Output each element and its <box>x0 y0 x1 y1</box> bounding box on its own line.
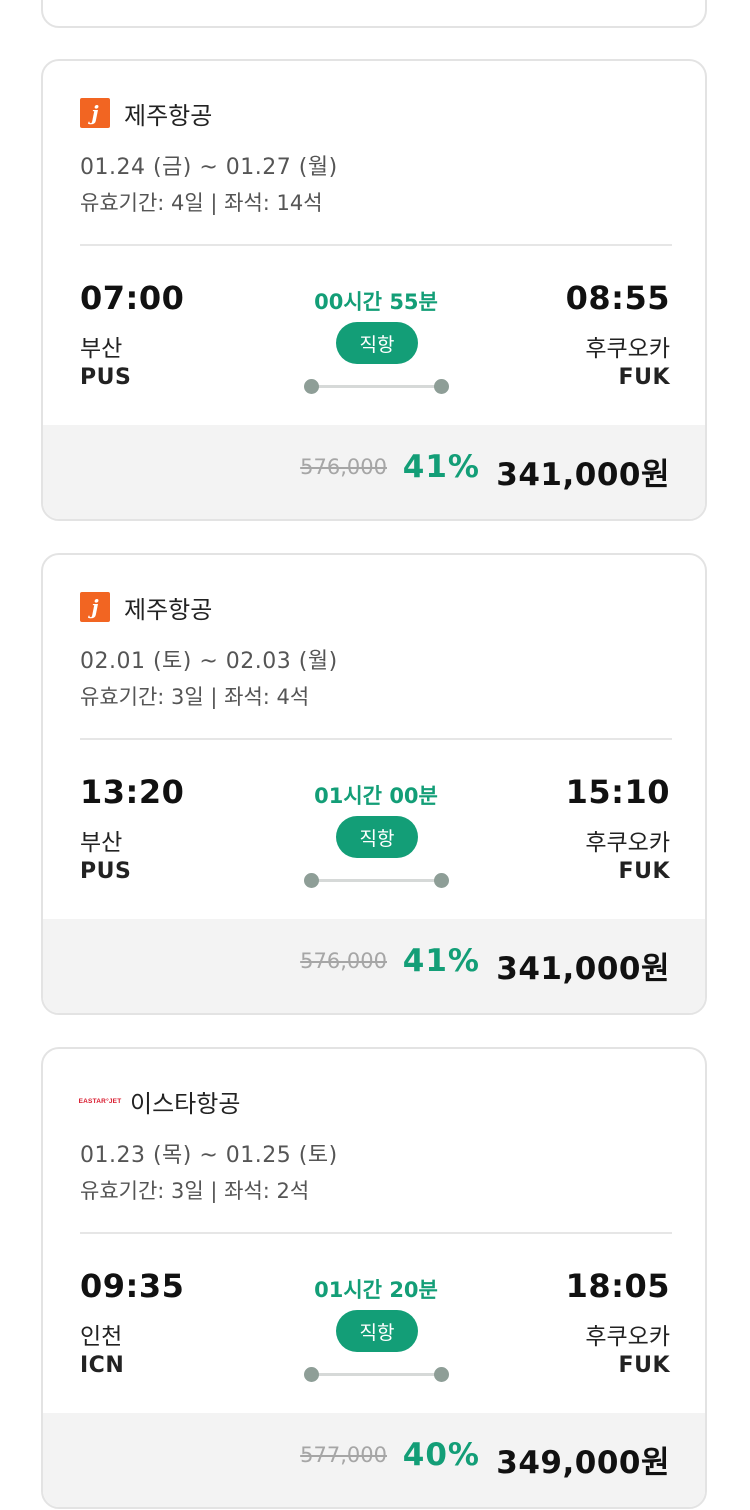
route-end-dot <box>434 1367 449 1382</box>
arrival-code: FUK <box>618 365 670 390</box>
arrival-code: FUK <box>618 859 670 884</box>
arrival-city: 후쿠오카 <box>585 336 670 362</box>
arrival-time: 18:05 <box>565 1267 670 1305</box>
departure-time: 09:35 <box>80 1267 185 1305</box>
flight-card[interactable]: EASTAR°JET 이스타항공 01.23 (목) ~ 01.25 (토) 유… <box>41 1047 707 1509</box>
departure-code: PUS <box>80 365 132 390</box>
eastar-jet-logo: EASTAR°JET <box>78 1097 122 1105</box>
arrival-city: 후쿠오카 <box>585 1324 670 1350</box>
airline-row: EASTAR°JET 이스타항공 <box>78 1085 241 1118</box>
airline-row: j 제주항공 <box>80 97 213 130</box>
route-end-dot <box>434 379 449 394</box>
travel-dates: 02.01 (토) ~ 02.03 (월) <box>80 649 338 674</box>
final-price: 341,000원 <box>496 457 670 493</box>
original-price: 576,000 <box>300 455 387 479</box>
divider <box>80 1232 672 1234</box>
original-price: 576,000 <box>300 949 387 973</box>
departure-city: 인천 <box>80 1324 123 1350</box>
departure-time: 13:20 <box>80 773 185 811</box>
flight-card[interactable]: j 제주항공 02.01 (토) ~ 02.03 (월) 유효기간: 3일 | … <box>41 553 707 1015</box>
departure-code: PUS <box>80 859 132 884</box>
route-line <box>311 385 443 388</box>
route-start-dot <box>304 873 319 888</box>
route-start-dot <box>304 379 319 394</box>
travel-dates: 01.24 (금) ~ 01.27 (월) <box>80 155 338 180</box>
route-line <box>311 1373 443 1376</box>
price-bar: 577,000 40% 349,000원 <box>43 1413 705 1507</box>
departure-code: ICN <box>80 1353 125 1378</box>
airline-row: j 제주항공 <box>80 591 213 624</box>
discount-rate: 41% <box>402 449 480 485</box>
validity-seats: 유효기간: 3일 | 좌석: 2석 <box>80 1179 310 1203</box>
direct-flight-badge: 직항 <box>336 322 418 364</box>
price-bar: 576,000 41% 341,000원 <box>43 425 705 519</box>
validity-seats: 유효기간: 3일 | 좌석: 4석 <box>80 685 310 709</box>
jeju-air-logo: j <box>80 592 110 622</box>
flight-duration: 01시간 00분 <box>314 784 438 808</box>
final-price: 349,000원 <box>496 1445 670 1481</box>
travel-dates: 01.23 (목) ~ 01.25 (토) <box>80 1143 338 1168</box>
flight-duration: 00시간 55분 <box>314 290 438 314</box>
departure-time: 07:00 <box>80 279 185 317</box>
flight-card[interactable]: j 제주항공 01.24 (금) ~ 01.27 (월) 유효기간: 4일 | … <box>41 59 707 521</box>
route-line <box>311 879 443 882</box>
airline-name: 이스타항공 <box>130 1089 241 1118</box>
arrival-city: 후쿠오카 <box>585 830 670 856</box>
departure-city: 부산 <box>80 336 123 362</box>
divider <box>80 738 672 740</box>
discount-rate: 41% <box>402 943 480 979</box>
route-end-dot <box>434 873 449 888</box>
original-price: 577,000 <box>300 1443 387 1467</box>
arrival-time: 08:55 <box>565 279 670 317</box>
arrival-time: 15:10 <box>565 773 670 811</box>
flight-duration: 01시간 20분 <box>314 1278 438 1302</box>
final-price: 341,000원 <box>496 951 670 987</box>
flight-deals-list: j 제주항공 01.24 (금) ~ 01.27 (월) 유효기간: 4일 | … <box>0 0 750 1510</box>
direct-flight-badge: 직항 <box>336 1310 418 1352</box>
route-start-dot <box>304 1367 319 1382</box>
price-bar: 576,000 41% 341,000원 <box>43 919 705 1013</box>
departure-city: 부산 <box>80 830 123 856</box>
flight-card-partial[interactable] <box>41 0 707 28</box>
airline-name: 제주항공 <box>124 101 213 130</box>
direct-flight-badge: 직항 <box>336 816 418 858</box>
discount-rate: 40% <box>402 1437 480 1473</box>
airline-name: 제주항공 <box>124 595 213 624</box>
divider <box>80 244 672 246</box>
validity-seats: 유효기간: 4일 | 좌석: 14석 <box>80 191 323 215</box>
arrival-code: FUK <box>618 1353 670 1378</box>
jeju-air-logo: j <box>80 98 110 128</box>
